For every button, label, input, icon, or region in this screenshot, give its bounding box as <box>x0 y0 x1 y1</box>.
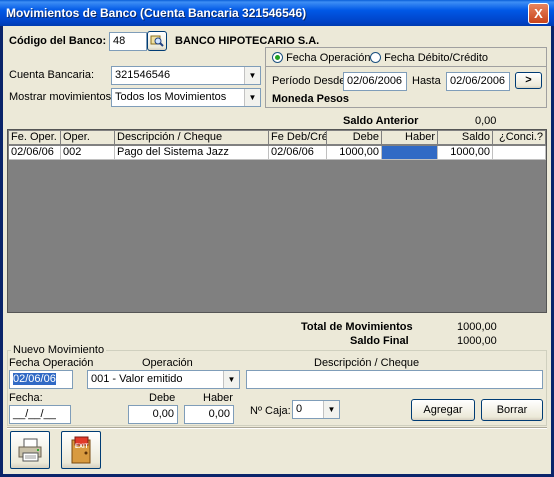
fecha-operacion-label: Fecha Operación <box>9 357 94 369</box>
column-header[interactable]: Descripción / Cheque <box>115 131 269 145</box>
banco-nombre: BANCO HIPOTECARIO S.A. <box>175 35 320 47</box>
haber-label: Haber <box>203 392 233 404</box>
table-cell[interactable]: 002 <box>61 146 115 160</box>
fecha-label: Fecha: <box>9 392 43 404</box>
cuenta-value: 321546546 <box>115 69 171 81</box>
radio-fecha-debito-label: Fecha Débito/Crédito <box>384 52 489 64</box>
column-header[interactable]: Saldo <box>438 131 493 145</box>
caja-label: Nº Caja: <box>250 405 291 417</box>
agregar-button[interactable]: Agregar <box>411 399 475 421</box>
table-cell[interactable]: Pago del Sistema Jazz <box>115 146 269 160</box>
chevron-right-icon: > <box>525 74 532 86</box>
column-header[interactable]: Fe Deb/Cré <box>269 131 327 145</box>
hasta-label: Hasta <box>412 75 441 87</box>
nuevo-movimiento-label: Nuevo Movimiento <box>11 344 107 356</box>
table-cell[interactable]: 1000,00 <box>438 146 493 160</box>
operacion-select[interactable]: 001 - Valor emitido ▼ <box>87 370 240 389</box>
debe-input[interactable]: 0,00 <box>128 405 178 424</box>
chevron-down-icon[interactable]: ▼ <box>244 89 260 106</box>
codigo-input[interactable]: 48 <box>109 32 147 51</box>
borrar-button[interactable]: Borrar <box>481 399 543 421</box>
radio-fecha-operacion-label: Fecha Operación <box>286 52 371 64</box>
client-area: Código del Banco: 48 BANCO HIPOTECARIO S… <box>3 26 551 474</box>
radio-unselected-icon <box>370 52 381 63</box>
moneda-label: Moneda Pesos <box>272 93 350 105</box>
operacion-value: 001 - Valor emitido <box>91 373 183 385</box>
saldo-anterior-label: Saldo Anterior <box>343 115 419 127</box>
haber-input[interactable]: 0,00 <box>184 405 234 424</box>
print-button[interactable] <box>10 431 50 469</box>
table-cell[interactable]: 02/06/06 <box>269 146 327 160</box>
radio-fecha-debito[interactable]: Fecha Débito/Crédito <box>370 52 488 64</box>
mostrar-select[interactable]: Todos los Movimientos ▼ <box>111 88 261 107</box>
title-bar[interactable]: Movimientos de Banco (Cuenta Bancaria 32… <box>0 0 554 26</box>
total-movimientos-label: Total de Movimientos <box>301 321 413 333</box>
search-icon <box>150 35 164 47</box>
codigo-label: Código del Banco: <box>9 35 107 47</box>
saldo-final-label: Saldo Final <box>350 335 409 347</box>
chevron-down-icon[interactable]: ▼ <box>323 401 339 418</box>
chevron-down-icon[interactable]: ▼ <box>223 371 239 388</box>
total-movimientos-value: 1000,00 <box>457 321 497 333</box>
app-window: Movimientos de Banco (Cuenta Bancaria 32… <box>0 0 554 477</box>
close-button[interactable]: X <box>528 3 549 24</box>
window-title: Movimientos de Banco (Cuenta Bancaria 32… <box>6 6 307 20</box>
saldo-anterior-value: 0,00 <box>475 115 497 127</box>
go-button[interactable]: > <box>515 72 542 89</box>
table-cell[interactable]: 1000,00 <box>327 146 382 160</box>
table-row[interactable]: 02/06/06 <box>9 146 61 160</box>
filter-group: Fecha Operación Fecha Débito/Crédito Per… <box>265 47 547 108</box>
divider <box>7 427 547 429</box>
cuenta-select[interactable]: 321546546 ▼ <box>111 66 261 85</box>
fecha-operacion-input[interactable]: 02/06/06 <box>9 370 73 389</box>
column-header[interactable]: Oper. <box>61 131 115 145</box>
column-header[interactable]: Fe. Oper. <box>9 131 61 145</box>
search-codigo-button[interactable] <box>147 31 167 51</box>
table-cell[interactable] <box>493 146 546 160</box>
exit-sign-text: EXIT <box>75 444 89 450</box>
close-icon: X <box>534 6 543 21</box>
exit-button[interactable]: EXIT <box>61 431 101 469</box>
column-header[interactable]: Debe <box>327 131 382 145</box>
caja-value: 0 <box>296 403 303 415</box>
caja-select[interactable]: 0 ▼ <box>292 400 340 419</box>
descripcion-input[interactable] <box>246 370 543 389</box>
fecha-input[interactable]: __/__/__ <box>9 405 71 424</box>
mostrar-label: Mostrar movimientos: <box>9 91 115 103</box>
desde-label: Período Desde <box>272 75 346 87</box>
column-header[interactable]: ¿Conci.? <box>493 131 546 145</box>
movimientos-grid[interactable]: Fe. Oper. Oper. Descripción / Cheque Fe … <box>7 129 547 313</box>
print-icon <box>18 438 42 462</box>
date-type-radios: Fecha Operación Fecha Débito/Crédito <box>266 48 546 67</box>
hasta-input[interactable]: 02/06/2006 <box>446 72 510 91</box>
desde-input[interactable]: 02/06/2006 <box>343 72 407 91</box>
chevron-down-icon[interactable]: ▼ <box>244 67 260 84</box>
mostrar-value: Todos los Movimientos <box>115 91 227 103</box>
radio-selected-icon <box>272 52 283 63</box>
operacion-label: Operación <box>142 357 193 369</box>
fecha-operacion-value: 02/06/06 <box>13 373 56 385</box>
descripcion-label: Descripción / Cheque <box>314 357 420 369</box>
radio-fecha-operacion[interactable]: Fecha Operación <box>272 52 370 64</box>
selected-cell[interactable] <box>382 146 438 160</box>
saldo-final-value: 1000,00 <box>457 335 497 347</box>
column-header[interactable]: Haber <box>382 131 438 145</box>
debe-label: Debe <box>149 392 176 404</box>
cuenta-label: Cuenta Bancaria: <box>9 69 94 81</box>
